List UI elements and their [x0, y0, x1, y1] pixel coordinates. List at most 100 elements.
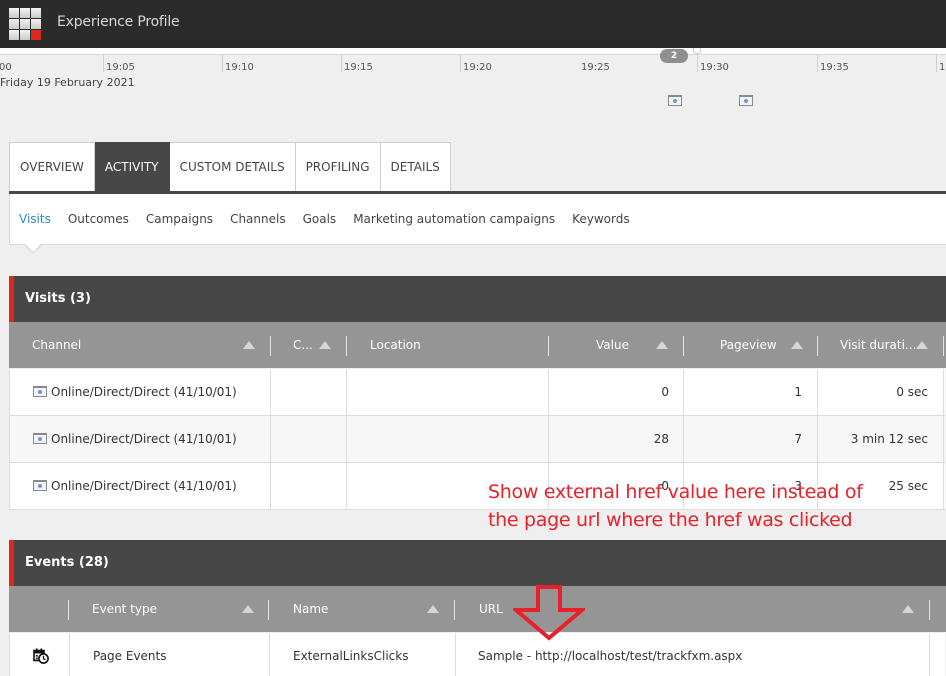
- timeline-tick: 00: [0, 62, 12, 73]
- top-bar: Experience Profile: [0, 0, 946, 48]
- sort-asc-icon[interactable]: [916, 341, 928, 349]
- cell-divider: [270, 463, 271, 510]
- column-separator[interactable]: [929, 600, 930, 620]
- tab-custom-details[interactable]: CUSTOM DETAILS: [169, 142, 296, 192]
- events-grid-header: Event type Name URL: [9, 586, 946, 632]
- visit-value: 0: [661, 479, 669, 493]
- cell-divider: [69, 633, 70, 676]
- annotation-down-arrow-icon: [513, 585, 585, 641]
- sort-asc-icon[interactable]: [242, 605, 254, 613]
- cell-divider: [270, 416, 271, 463]
- sort-asc-icon[interactable]: [791, 341, 803, 349]
- sort-asc-icon[interactable]: [902, 605, 914, 613]
- column-header-visit-duration[interactable]: Visit durati...: [840, 322, 916, 368]
- visits-grid-header: Channel C... Location Value Pageview Vis…: [9, 322, 946, 368]
- visit-row[interactable]: Online/Direct/Direct (41/10/01) 28 7 3 m…: [9, 416, 945, 463]
- visit-value: 28: [653, 432, 669, 446]
- column-separator[interactable]: [817, 336, 818, 356]
- cell-divider: [269, 633, 270, 676]
- sort-asc-icon[interactable]: [427, 605, 439, 613]
- cell-divider: [455, 633, 456, 676]
- column-separator[interactable]: [548, 336, 549, 356]
- subtab-visits[interactable]: Visits: [19, 212, 51, 226]
- tab-details[interactable]: DETAILS: [380, 142, 451, 192]
- event-name: ExternalLinksClicks: [293, 649, 409, 663]
- column-separator[interactable]: [270, 336, 271, 356]
- cell-divider: [346, 463, 347, 510]
- sitecore-grid-logo-icon[interactable]: [9, 8, 42, 41]
- column-separator[interactable]: [68, 600, 69, 620]
- visit-pageview: 1: [794, 385, 802, 399]
- timeline-tick: 19:30: [697, 55, 729, 73]
- sort-asc-icon[interactable]: [243, 341, 255, 349]
- annotation-line-2: the page url where the href was clicked: [488, 509, 853, 531]
- visit-channel: Online/Direct/Direct (41/10/01): [51, 432, 237, 446]
- timeline-tick: 19:25: [581, 62, 610, 73]
- sort-asc-icon[interactable]: [319, 341, 331, 349]
- cell-divider: [943, 369, 944, 416]
- timeline-tick: 19:35: [817, 55, 849, 73]
- column-separator[interactable]: [454, 600, 455, 620]
- event-type: Page Events: [93, 649, 167, 663]
- cell-divider: [270, 369, 271, 416]
- subtab-campaigns[interactable]: Campaigns: [146, 212, 213, 226]
- subtab-keywords[interactable]: Keywords: [572, 212, 630, 226]
- visit-channel-cell: Online/Direct/Direct (41/10/01): [33, 463, 237, 509]
- cell-divider: [943, 416, 944, 463]
- column-header-channel[interactable]: Channel: [32, 322, 81, 368]
- visit-duration: 25 sec: [888, 479, 928, 493]
- event-cluster-badge[interactable]: 2: [660, 49, 688, 63]
- visit-duration: 0 sec: [896, 385, 928, 399]
- visit-channel-cell: Online/Direct/Direct (41/10/01): [33, 369, 237, 415]
- event-row[interactable]: Page Events ExternalLinksClicks Sample -…: [9, 633, 945, 676]
- visit-pageview: 3: [794, 479, 802, 493]
- column-header-event-type[interactable]: Event type: [92, 586, 157, 632]
- visit-icon[interactable]: [739, 95, 753, 106]
- timeline-tick: 19:: [936, 55, 946, 73]
- column-separator[interactable]: [683, 336, 684, 356]
- column-header-value[interactable]: Value: [596, 322, 629, 368]
- timeline-tick: 19:15: [341, 55, 373, 73]
- cell-divider: [346, 416, 347, 463]
- column-header-c[interactable]: C...: [293, 322, 313, 368]
- column-header-location[interactable]: Location: [370, 322, 421, 368]
- events-panel-title: Events (28): [9, 540, 946, 586]
- channel-visit-icon: [33, 432, 47, 444]
- column-header-name[interactable]: Name: [293, 586, 328, 632]
- visit-pageview: 7: [794, 432, 802, 446]
- timeline-tick: 19:05: [103, 55, 135, 73]
- subtab-outcomes[interactable]: Outcomes: [68, 212, 129, 226]
- visit-row[interactable]: Online/Direct/Direct (41/10/01) 0 3 25 s…: [9, 463, 945, 510]
- visit-channel: Online/Direct/Direct (41/10/01): [51, 479, 237, 493]
- app-title: Experience Profile: [57, 14, 180, 30]
- cell-divider: [929, 633, 930, 676]
- column-separator[interactable]: [943, 336, 944, 356]
- main-tabs: OVERVIEW ACTIVITY CUSTOM DETAILS PROFILI…: [9, 142, 451, 192]
- column-header-url[interactable]: URL: [479, 586, 503, 632]
- subtab-goals[interactable]: Goals: [303, 212, 337, 226]
- subtab-channels[interactable]: Channels: [230, 212, 286, 226]
- visit-row[interactable]: Online/Direct/Direct (41/10/01) 0 1 0 se…: [9, 369, 945, 416]
- visit-duration: 3 min 12 sec: [850, 432, 928, 446]
- sub-tabs: Visits Outcomes Campaigns Channels Goals…: [9, 194, 946, 245]
- timeline-tick: 19:10: [222, 55, 254, 73]
- sort-asc-icon[interactable]: [656, 341, 668, 349]
- tab-activity[interactable]: ACTIVITY: [94, 142, 170, 192]
- timeline-tick: 19:20: [460, 55, 492, 73]
- visit-channel: Online/Direct/Direct (41/10/01): [51, 385, 237, 399]
- column-separator[interactable]: [346, 336, 347, 356]
- column-header-pageview[interactable]: Pageview: [720, 322, 777, 368]
- channel-visit-icon: [33, 479, 47, 491]
- timeline[interactable]: 00 19:05 19:10 19:15 19:20 19:25 19:30 1…: [0, 48, 946, 118]
- column-separator[interactable]: [268, 600, 269, 620]
- cell-divider: [943, 463, 944, 510]
- visit-channel-cell: Online/Direct/Direct (41/10/01): [33, 416, 237, 462]
- tab-overview[interactable]: OVERVIEW: [9, 142, 95, 192]
- visit-value: 0: [661, 385, 669, 399]
- cell-divider: [346, 369, 347, 416]
- visit-icon[interactable]: [668, 95, 682, 106]
- tab-profiling[interactable]: PROFILING: [295, 142, 381, 192]
- subtab-marketing-automation-campaigns[interactable]: Marketing automation campaigns: [353, 212, 555, 226]
- visits-panel-title: Visits (3): [9, 276, 946, 322]
- active-subtab-pointer: [25, 244, 41, 252]
